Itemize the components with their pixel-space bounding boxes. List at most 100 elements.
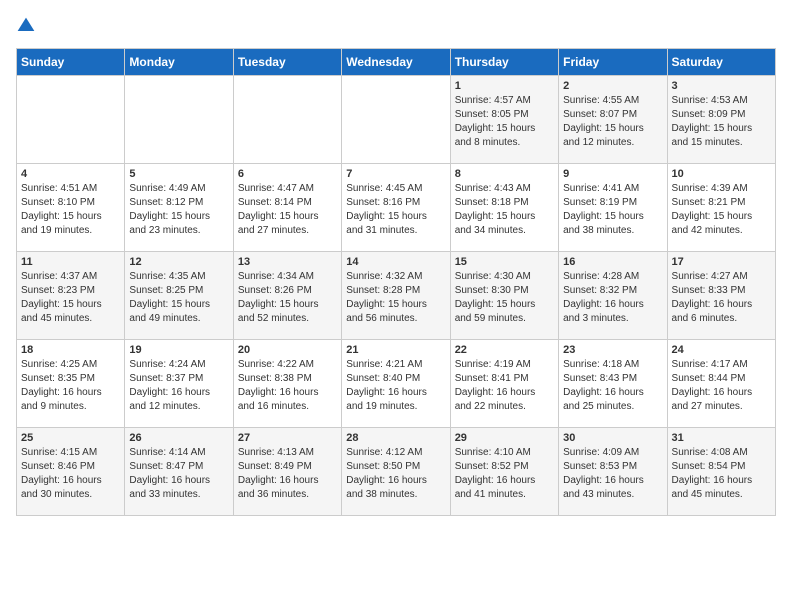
calendar-cell: 3 Sunrise: 4:53 AM Sunset: 8:09 PM Daylig… (667, 76, 775, 164)
calendar-cell: 5 Sunrise: 4:49 AM Sunset: 8:12 PM Daylig… (125, 164, 233, 252)
column-header-friday: Friday (559, 49, 667, 76)
column-header-thursday: Thursday (450, 49, 558, 76)
day-number: 14 (346, 256, 445, 268)
day-info: Sunrise: 4:12 AM Sunset: 8:50 PM Dayligh… (346, 446, 445, 502)
calendar-cell: 16 Sunrise: 4:28 AM Sunset: 8:32 PM Dayli… (559, 252, 667, 340)
day-info: Sunrise: 4:28 AM Sunset: 8:32 PM Dayligh… (563, 270, 662, 326)
calendar-cell: 22 Sunrise: 4:19 AM Sunset: 8:41 PM Dayli… (450, 340, 558, 428)
day-number: 6 (238, 168, 337, 180)
day-info: Sunrise: 4:19 AM Sunset: 8:41 PM Dayligh… (455, 358, 554, 414)
day-number: 23 (563, 344, 662, 356)
day-number: 30 (563, 432, 662, 444)
day-number: 29 (455, 432, 554, 444)
calendar-cell: 29 Sunrise: 4:10 AM Sunset: 8:52 PM Dayli… (450, 428, 558, 516)
day-info: Sunrise: 4:30 AM Sunset: 8:30 PM Dayligh… (455, 270, 554, 326)
calendar-cell: 13 Sunrise: 4:34 AM Sunset: 8:26 PM Dayli… (233, 252, 341, 340)
day-info: Sunrise: 4:32 AM Sunset: 8:28 PM Dayligh… (346, 270, 445, 326)
day-info: Sunrise: 4:17 AM Sunset: 8:44 PM Dayligh… (672, 358, 771, 414)
logo (16, 16, 40, 36)
day-number: 3 (672, 80, 771, 92)
day-info: Sunrise: 4:55 AM Sunset: 8:07 PM Dayligh… (563, 94, 662, 150)
day-number: 24 (672, 344, 771, 356)
day-number: 15 (455, 256, 554, 268)
calendar-cell (233, 76, 341, 164)
calendar-week-row: 11 Sunrise: 4:37 AM Sunset: 8:23 PM Dayli… (17, 252, 776, 340)
day-number: 27 (238, 432, 337, 444)
column-header-tuesday: Tuesday (233, 49, 341, 76)
day-info: Sunrise: 4:49 AM Sunset: 8:12 PM Dayligh… (129, 182, 228, 238)
calendar-cell: 14 Sunrise: 4:32 AM Sunset: 8:28 PM Dayli… (342, 252, 450, 340)
day-info: Sunrise: 4:14 AM Sunset: 8:47 PM Dayligh… (129, 446, 228, 502)
day-number: 5 (129, 168, 228, 180)
day-number: 16 (563, 256, 662, 268)
day-number: 19 (129, 344, 228, 356)
calendar-cell: 10 Sunrise: 4:39 AM Sunset: 8:21 PM Dayli… (667, 164, 775, 252)
day-info: Sunrise: 4:39 AM Sunset: 8:21 PM Dayligh… (672, 182, 771, 238)
day-info: Sunrise: 4:51 AM Sunset: 8:10 PM Dayligh… (21, 182, 120, 238)
day-info: Sunrise: 4:25 AM Sunset: 8:35 PM Dayligh… (21, 358, 120, 414)
day-info: Sunrise: 4:27 AM Sunset: 8:33 PM Dayligh… (672, 270, 771, 326)
calendar-cell: 20Sunrise: 4:22 AM Sunset: 8:38 PM Dayli… (233, 340, 341, 428)
day-info: Sunrise: 4:21 AM Sunset: 8:40 PM Dayligh… (346, 358, 445, 414)
calendar-cell (342, 76, 450, 164)
calendar-week-row: 1 Sunrise: 4:57 AM Sunset: 8:05 PM Daylig… (17, 76, 776, 164)
day-info: Sunrise: 4:18 AM Sunset: 8:43 PM Dayligh… (563, 358, 662, 414)
day-number: 8 (455, 168, 554, 180)
day-number: 2 (563, 80, 662, 92)
calendar-cell: 9Sunrise: 4:41 AM Sunset: 8:19 PM Daylig… (559, 164, 667, 252)
calendar-header-row: SundayMondayTuesdayWednesdayThursdayFrid… (17, 49, 776, 76)
day-number: 21 (346, 344, 445, 356)
column-header-monday: Monday (125, 49, 233, 76)
calendar-week-row: 25Sunrise: 4:15 AM Sunset: 8:46 PM Dayli… (17, 428, 776, 516)
day-number: 17 (672, 256, 771, 268)
day-info: Sunrise: 4:09 AM Sunset: 8:53 PM Dayligh… (563, 446, 662, 502)
day-number: 18 (21, 344, 120, 356)
column-header-saturday: Saturday (667, 49, 775, 76)
calendar-cell: 30 Sunrise: 4:09 AM Sunset: 8:53 PM Dayli… (559, 428, 667, 516)
day-info: Sunrise: 4:10 AM Sunset: 8:52 PM Dayligh… (455, 446, 554, 502)
calendar-cell: 17 Sunrise: 4:27 AM Sunset: 8:33 PM Dayli… (667, 252, 775, 340)
calendar-cell: 12Sunrise: 4:35 AM Sunset: 8:25 PM Dayli… (125, 252, 233, 340)
day-info: Sunrise: 4:53 AM Sunset: 8:09 PM Dayligh… (672, 94, 771, 150)
calendar-cell (17, 76, 125, 164)
day-number: 1 (455, 80, 554, 92)
day-info: Sunrise: 4:47 AM Sunset: 8:14 PM Dayligh… (238, 182, 337, 238)
column-header-wednesday: Wednesday (342, 49, 450, 76)
day-number: 28 (346, 432, 445, 444)
day-info: Sunrise: 4:37 AM Sunset: 8:23 PM Dayligh… (21, 270, 120, 326)
day-info: Sunrise: 4:35 AM Sunset: 8:25 PM Dayligh… (129, 270, 228, 326)
calendar-cell: 15 Sunrise: 4:30 AM Sunset: 8:30 PM Dayli… (450, 252, 558, 340)
calendar-cell: 8Sunrise: 4:43 AM Sunset: 8:18 PM Daylig… (450, 164, 558, 252)
day-number: 10 (672, 168, 771, 180)
day-number: 13 (238, 256, 337, 268)
calendar-cell: 1 Sunrise: 4:57 AM Sunset: 8:05 PM Daylig… (450, 76, 558, 164)
day-number: 9 (563, 168, 662, 180)
calendar-cell: 19Sunrise: 4:24 AM Sunset: 8:37 PM Dayli… (125, 340, 233, 428)
calendar-cell: 25Sunrise: 4:15 AM Sunset: 8:46 PM Dayli… (17, 428, 125, 516)
calendar-cell: 18 Sunrise: 4:25 AM Sunset: 8:35 PM Dayli… (17, 340, 125, 428)
calendar-cell: 11 Sunrise: 4:37 AM Sunset: 8:23 PM Dayli… (17, 252, 125, 340)
calendar-cell: 7 Sunrise: 4:45 AM Sunset: 8:16 PM Daylig… (342, 164, 450, 252)
day-number: 22 (455, 344, 554, 356)
column-header-sunday: Sunday (17, 49, 125, 76)
calendar-cell: 24 Sunrise: 4:17 AM Sunset: 8:44 PM Dayli… (667, 340, 775, 428)
calendar-cell: 6 Sunrise: 4:47 AM Sunset: 8:14 PM Daylig… (233, 164, 341, 252)
logo-icon (16, 16, 36, 36)
day-info: Sunrise: 4:34 AM Sunset: 8:26 PM Dayligh… (238, 270, 337, 326)
day-info: Sunrise: 4:57 AM Sunset: 8:05 PM Dayligh… (455, 94, 554, 150)
calendar-week-row: 4Sunrise: 4:51 AM Sunset: 8:10 PM Daylig… (17, 164, 776, 252)
calendar-cell: 31Sunrise: 4:08 AM Sunset: 8:54 PM Dayli… (667, 428, 775, 516)
calendar-cell: 23 Sunrise: 4:18 AM Sunset: 8:43 PM Dayli… (559, 340, 667, 428)
calendar-cell: 28 Sunrise: 4:12 AM Sunset: 8:50 PM Dayli… (342, 428, 450, 516)
calendar-cell: 4Sunrise: 4:51 AM Sunset: 8:10 PM Daylig… (17, 164, 125, 252)
day-info: Sunrise: 4:22 AM Sunset: 8:38 PM Dayligh… (238, 358, 337, 414)
day-number: 11 (21, 256, 120, 268)
day-info: Sunrise: 4:13 AM Sunset: 8:49 PM Dayligh… (238, 446, 337, 502)
day-info: Sunrise: 4:45 AM Sunset: 8:16 PM Dayligh… (346, 182, 445, 238)
day-info: Sunrise: 4:08 AM Sunset: 8:54 PM Dayligh… (672, 446, 771, 502)
calendar-cell (125, 76, 233, 164)
calendar-cell: 27 Sunrise: 4:13 AM Sunset: 8:49 PM Dayli… (233, 428, 341, 516)
calendar-cell: 2 Sunrise: 4:55 AM Sunset: 8:07 PM Daylig… (559, 76, 667, 164)
day-info: Sunrise: 4:15 AM Sunset: 8:46 PM Dayligh… (21, 446, 120, 502)
day-number: 7 (346, 168, 445, 180)
